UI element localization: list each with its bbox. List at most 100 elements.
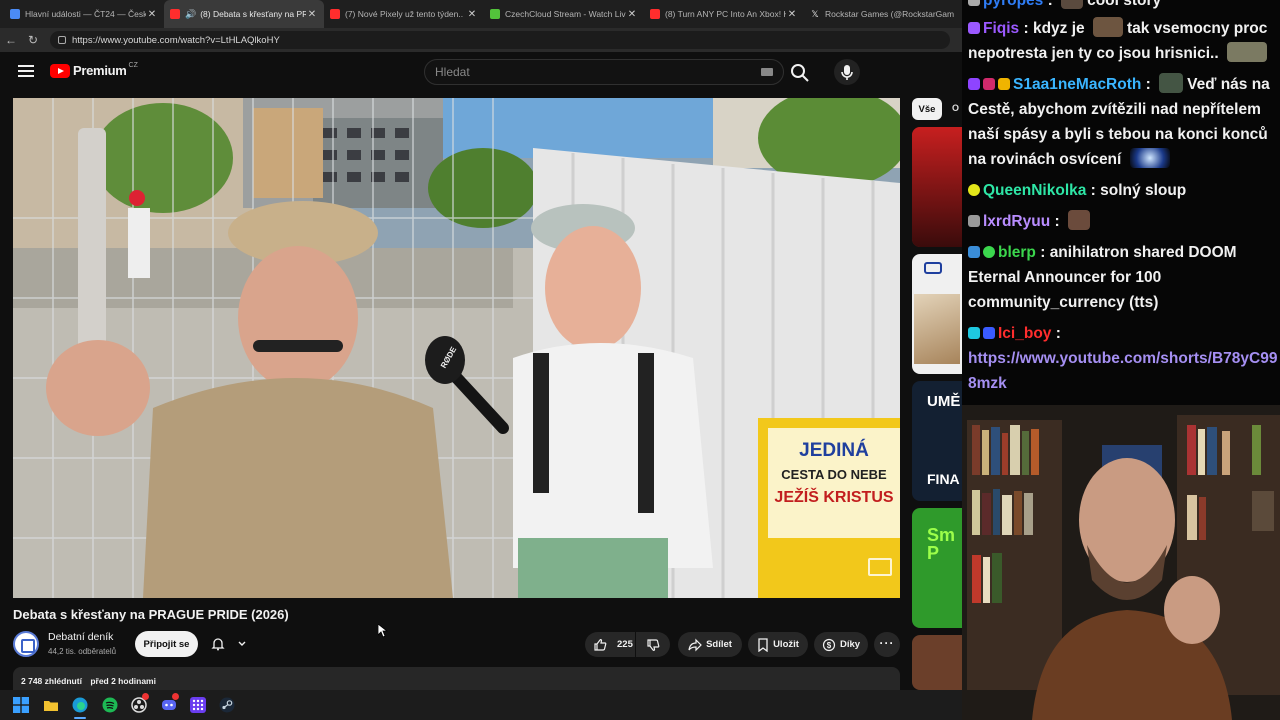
back-arrow-icon[interactable]: ← bbox=[0, 33, 22, 47]
browser-tab[interactable]: 𝕏 Rockstar Games (@RockstarGame... bbox=[804, 0, 960, 28]
tab-title: CzechCloud Stream - Watch Live o... bbox=[505, 9, 626, 19]
chat-link[interactable]: https://www.youtube.com/shorts/B78yC998m… bbox=[968, 350, 1277, 392]
thanks-button[interactable]: $ Díky bbox=[814, 632, 868, 657]
bell-icon bbox=[211, 638, 225, 651]
share-label: Sdílet bbox=[706, 639, 732, 650]
related-video-thumbnail[interactable] bbox=[912, 127, 962, 247]
more-actions-icon[interactable]: ··· bbox=[874, 632, 900, 657]
share-button[interactable]: Sdílet bbox=[678, 632, 742, 657]
x-logo-icon: 𝕏 bbox=[810, 9, 820, 19]
like-count: 225 bbox=[617, 639, 633, 650]
related-video-thumbnail[interactable]: Sm P bbox=[912, 508, 962, 628]
emote-icon bbox=[1159, 73, 1184, 93]
tab-close-icon[interactable]: ✕ bbox=[626, 9, 638, 20]
emote-icon bbox=[1092, 17, 1123, 37]
chat-username[interactable]: lxrdRyuu bbox=[983, 213, 1050, 230]
url-field[interactable]: https://www.youtube.com/watch?v=LtHLAQlk… bbox=[50, 31, 950, 49]
card-icon[interactable] bbox=[868, 558, 892, 576]
badge-icon bbox=[968, 22, 980, 34]
app-grid-icon[interactable] bbox=[190, 697, 206, 713]
tab-close-icon[interactable]: ✕ bbox=[786, 9, 798, 20]
steam-icon[interactable] bbox=[219, 697, 235, 713]
emote-icon bbox=[1226, 42, 1267, 62]
filter-chip[interactable]: O bbox=[952, 98, 962, 120]
like-button[interactable]: 225 bbox=[585, 632, 635, 657]
tab-title: (7) Nové Pixely už tento týden.. | R... bbox=[345, 9, 466, 19]
obs-icon[interactable] bbox=[131, 693, 149, 713]
youtube-premium-logo[interactable]: Premium CZ bbox=[50, 62, 138, 78]
share-icon bbox=[688, 638, 702, 651]
badge-icon bbox=[998, 78, 1010, 90]
dislike-button[interactable] bbox=[636, 632, 670, 657]
tab-title: Hlavní události — ČT24 — Česká ... bbox=[25, 9, 146, 19]
upload-time: před 2 hodinami bbox=[90, 676, 156, 686]
save-button[interactable]: Uložit bbox=[748, 632, 808, 657]
tab-favicon-icon bbox=[650, 9, 660, 19]
browser-tab[interactable]: Hlavní události — ČT24 — Česká ... ✕ bbox=[4, 0, 164, 28]
badge-icon bbox=[983, 246, 995, 258]
microphone-icon[interactable] bbox=[834, 59, 860, 85]
sign-line: JEDINÁ bbox=[799, 440, 869, 461]
chat-username[interactable]: Ici_boy bbox=[998, 325, 1051, 342]
spotify-icon[interactable] bbox=[102, 697, 118, 713]
channel-avatar[interactable] bbox=[13, 631, 39, 657]
badge-icon bbox=[924, 262, 942, 274]
chat-text: solný sloup bbox=[1100, 182, 1187, 199]
badge-icon bbox=[968, 78, 980, 90]
tab-title: Rockstar Games (@RockstarGame... bbox=[825, 9, 954, 19]
file-explorer-icon[interactable] bbox=[43, 697, 59, 713]
browser-tab-active[interactable]: 🔊 (8) Debata s křesťany na PRAGUE PRIDE … bbox=[164, 0, 324, 28]
view-count: 2 748 zhlédnutí bbox=[21, 676, 82, 686]
chat-username[interactable]: pyropes bbox=[983, 0, 1043, 9]
emote-icon bbox=[1061, 0, 1084, 9]
related-video-thumbnail[interactable]: UMĚ FINA bbox=[912, 381, 962, 501]
chat-message: QueenNikolka : solný sloup bbox=[968, 178, 1280, 203]
chat-username[interactable]: QueenNikolka bbox=[983, 182, 1086, 199]
notification-bell-button[interactable] bbox=[205, 631, 253, 657]
video-title: Debata s křesťany na PRAGUE PRIDE (2026) bbox=[13, 607, 289, 622]
related-video-thumbnail[interactable] bbox=[912, 635, 962, 690]
related-video-thumbnail[interactable] bbox=[912, 254, 962, 374]
speaker-icon[interactable]: 🔊 bbox=[185, 9, 196, 20]
reload-icon[interactable]: ↻ bbox=[22, 33, 44, 47]
join-button[interactable]: Připojit se bbox=[135, 631, 198, 657]
windows-taskbar bbox=[0, 690, 962, 720]
sign-text: JEDINÁ CESTA DO NEBE JEŽÍŠ KRISTUS bbox=[773, 440, 895, 507]
badge-icon bbox=[983, 78, 995, 90]
chat-username[interactable]: S1aa1neMacRoth bbox=[1013, 76, 1141, 93]
site-info-icon[interactable] bbox=[58, 36, 66, 44]
chat-username[interactable]: blerp bbox=[998, 244, 1036, 261]
badge-icon bbox=[968, 215, 980, 227]
tab-close-icon[interactable]: ✕ bbox=[146, 9, 158, 20]
hamburger-menu-icon[interactable] bbox=[18, 65, 34, 77]
badge-icon bbox=[968, 246, 980, 258]
thumbnail-label: FINA bbox=[927, 471, 960, 487]
country-code: CZ bbox=[128, 62, 138, 69]
video-player[interactable]: JEDINÁ CESTA DO NEBE JEŽÍŠ KRISTUS RØDE bbox=[13, 98, 900, 598]
chat-message: Fiqis : kdyz je tak vsemocny proc nepotr… bbox=[968, 16, 1280, 66]
streamer-webcam bbox=[962, 405, 1280, 720]
thumbs-down-icon bbox=[647, 638, 660, 651]
channel-name[interactable]: Debatní deník bbox=[48, 631, 113, 643]
chat-message: S1aa1neMacRoth : Veď nás na Cestě, abych… bbox=[968, 72, 1280, 172]
logo-text: Premium bbox=[73, 63, 127, 78]
thanks-label: Díky bbox=[839, 639, 861, 650]
browser-tab[interactable]: CzechCloud Stream - Watch Live o... ✕ bbox=[484, 0, 644, 28]
browser-tab[interactable]: (8) Turn ANY PC Into An Xbox! Hi... ✕ bbox=[644, 0, 804, 28]
filter-chip-all[interactable]: Vše bbox=[912, 98, 942, 120]
emote-icon bbox=[1129, 148, 1170, 168]
windows-start-icon[interactable] bbox=[13, 697, 29, 713]
discord-icon[interactable] bbox=[161, 693, 179, 713]
thumbnail-label: UMĚ bbox=[927, 393, 961, 410]
chat-message: Ici_boy : https://www.youtube.com/shorts… bbox=[968, 325, 1278, 392]
tab-close-icon[interactable]: ✕ bbox=[466, 9, 478, 20]
thumbs-up-icon bbox=[594, 638, 607, 651]
tab-title: (8) Debata s křesťany na PRAGUE PRIDE (2… bbox=[200, 9, 306, 19]
search-input[interactable]: Hledat bbox=[424, 59, 784, 85]
chat-username[interactable]: Fiqis bbox=[983, 20, 1019, 37]
edge-browser-icon[interactable] bbox=[72, 697, 88, 713]
keyboard-icon[interactable] bbox=[761, 68, 773, 76]
tab-close-icon[interactable]: ✕ bbox=[306, 9, 318, 20]
browser-tab[interactable]: (7) Nové Pixely už tento týden.. | R... … bbox=[324, 0, 484, 28]
search-icon[interactable] bbox=[788, 61, 812, 85]
